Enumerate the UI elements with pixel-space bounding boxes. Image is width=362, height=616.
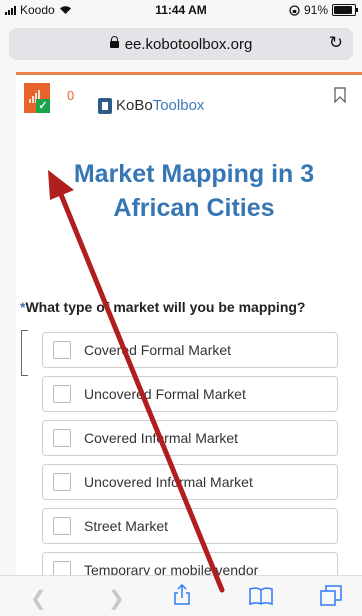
- checkbox[interactable]: [53, 385, 71, 403]
- focus-bracket: [21, 330, 28, 376]
- reload-icon[interactable]: ↻: [329, 33, 343, 53]
- checkbox[interactable]: [53, 473, 71, 491]
- url-display[interactable]: ee.kobotoolbox.org: [9, 36, 353, 53]
- kobo-logo-icon: [98, 97, 112, 114]
- checkbox[interactable]: [53, 429, 71, 447]
- status-right: 91%: [289, 3, 358, 17]
- share-icon[interactable]: [173, 584, 191, 606]
- question-label: *What type of market will you be mapping…: [20, 299, 305, 315]
- browser-toolbar: ❮ ❯: [0, 575, 362, 616]
- option-label: Covered Informal Market: [84, 430, 239, 446]
- battery-percent: 91%: [303, 3, 328, 17]
- url-text: ee.kobotoolbox.org: [124, 36, 253, 53]
- option-label: Covered Formal Market: [84, 342, 232, 358]
- question-text: What type of market will you be mapping?: [25, 299, 306, 315]
- address-bar[interactable]: ee.kobotoolbox.org ↻: [9, 28, 353, 60]
- logo-text-bold: KoBo: [116, 97, 153, 114]
- check-icon: ✓: [36, 99, 50, 113]
- bookmarks-icon[interactable]: [249, 587, 273, 605]
- option-uncovered-informal[interactable]: Uncovered Informal Market: [42, 464, 338, 500]
- battery-icon: [332, 4, 358, 16]
- kobo-logo: KoBoToolbox: [98, 97, 204, 114]
- option-uncovered-formal[interactable]: Uncovered Formal Market: [42, 376, 338, 412]
- bookmark-icon[interactable]: [334, 87, 346, 103]
- orientation-lock-icon: [289, 4, 300, 16]
- options-list: Covered Formal Market Uncovered Formal M…: [42, 332, 338, 593]
- queue-count: 0: [67, 88, 75, 103]
- option-label: Uncovered Informal Market: [84, 474, 253, 490]
- logo-text-light: Toolbox: [152, 97, 205, 114]
- option-covered-informal[interactable]: Covered Informal Market: [42, 420, 338, 456]
- status-bar: Koodo 11:44 AM 91%: [0, 0, 362, 20]
- option-label: Uncovered Formal Market: [84, 386, 246, 402]
- submission-queue-icon[interactable]: ✓: [24, 83, 50, 113]
- option-covered-formal[interactable]: Covered Formal Market: [42, 332, 338, 368]
- tabs-icon[interactable]: [320, 585, 342, 607]
- forward-icon[interactable]: ❯: [108, 586, 125, 611]
- checkbox[interactable]: [53, 517, 71, 535]
- option-street-market[interactable]: Street Market: [42, 508, 338, 544]
- form-title: Market Mapping in 3 African Cities: [73, 160, 315, 222]
- form-page: ✓ 0 KoBoToolbox Market Mapping in 3 Afri…: [16, 72, 362, 593]
- back-icon[interactable]: ❮: [30, 586, 47, 611]
- option-label: Street Market: [84, 518, 169, 534]
- lock-icon: [109, 36, 119, 48]
- checkbox[interactable]: [53, 341, 71, 359]
